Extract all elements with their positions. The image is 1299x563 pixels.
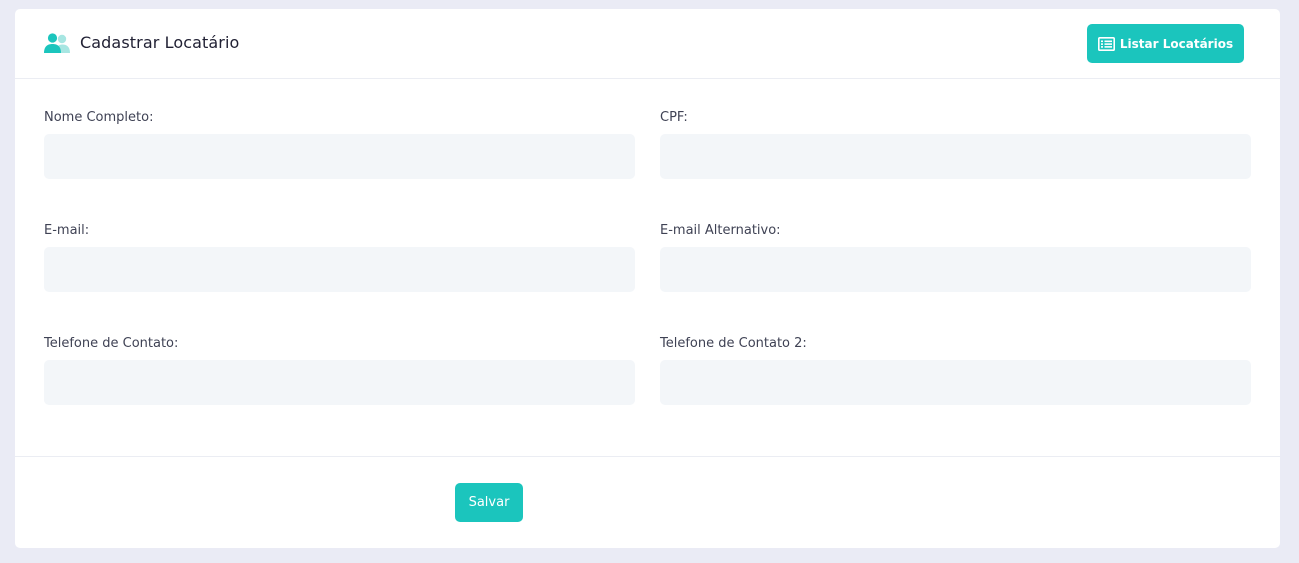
footer-divider bbox=[15, 456, 1280, 457]
list-icon bbox=[1097, 36, 1115, 51]
phone-label: Telefone de Contato: bbox=[44, 336, 179, 351]
full-name-input[interactable] bbox=[44, 134, 635, 179]
page-title: Cadastrar Locatário bbox=[80, 33, 240, 52]
phone-2-label: Telefone de Contato 2: bbox=[660, 336, 807, 351]
phone-input[interactable] bbox=[44, 360, 635, 405]
phone-2-input[interactable] bbox=[660, 360, 1251, 405]
full-name-label: Nome Completo: bbox=[44, 110, 154, 125]
email-input[interactable] bbox=[44, 247, 635, 292]
list-tenants-button[interactable]: Listar Locatários bbox=[1087, 24, 1244, 63]
list-tenants-label: Listar Locatários bbox=[1119, 36, 1234, 51]
alt-email-input[interactable] bbox=[660, 247, 1251, 292]
email-label: E-mail: bbox=[44, 223, 90, 238]
cpf-input[interactable] bbox=[660, 134, 1251, 179]
register-tenant-card: Cadastrar Locatário Listar Locatários No… bbox=[15, 9, 1280, 548]
alt-email-label: E-mail Alternativo: bbox=[660, 223, 781, 238]
card-header: Cadastrar Locatário Listar Locatários bbox=[15, 9, 1280, 79]
save-button[interactable]: Salvar bbox=[455, 483, 523, 522]
users-icon bbox=[43, 33, 71, 55]
cpf-label: CPF: bbox=[660, 110, 688, 125]
